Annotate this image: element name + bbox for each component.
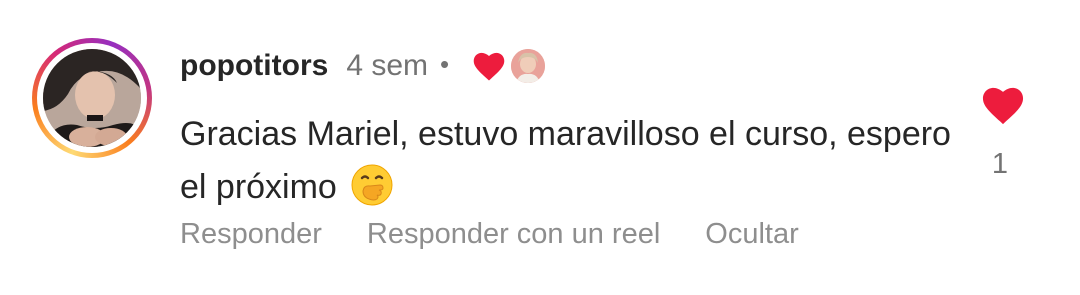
avatar-story-ring[interactable]	[32, 38, 152, 158]
reply-with-reel-button[interactable]: Responder con un reel	[367, 218, 660, 251]
comment-text-block: Gracias Mariel, estuvo maravilloso el cu…	[180, 108, 960, 214]
username[interactable]: popotitors	[180, 49, 328, 83]
separator-dot: •	[440, 48, 450, 79]
comment-header: popotitors 4 sem •	[180, 44, 546, 88]
creator-liked-heart-icon	[471, 50, 507, 82]
hide-button[interactable]: Ocultar	[705, 218, 798, 251]
like-heart-icon[interactable]	[980, 84, 1026, 126]
creator-avatar	[511, 49, 546, 83]
hand-over-mouth-emoji	[350, 163, 394, 207]
comment-actions: Responder Responder con un reel Ocultar	[180, 218, 844, 251]
avatar[interactable]	[43, 49, 141, 147]
like-count: 1	[991, 148, 1009, 180]
timestamp: 4 sem	[346, 49, 429, 82]
reply-button[interactable]: Responder	[180, 218, 322, 251]
comment-text: Gracias Mariel, estuvo maravilloso el cu…	[180, 115, 951, 206]
